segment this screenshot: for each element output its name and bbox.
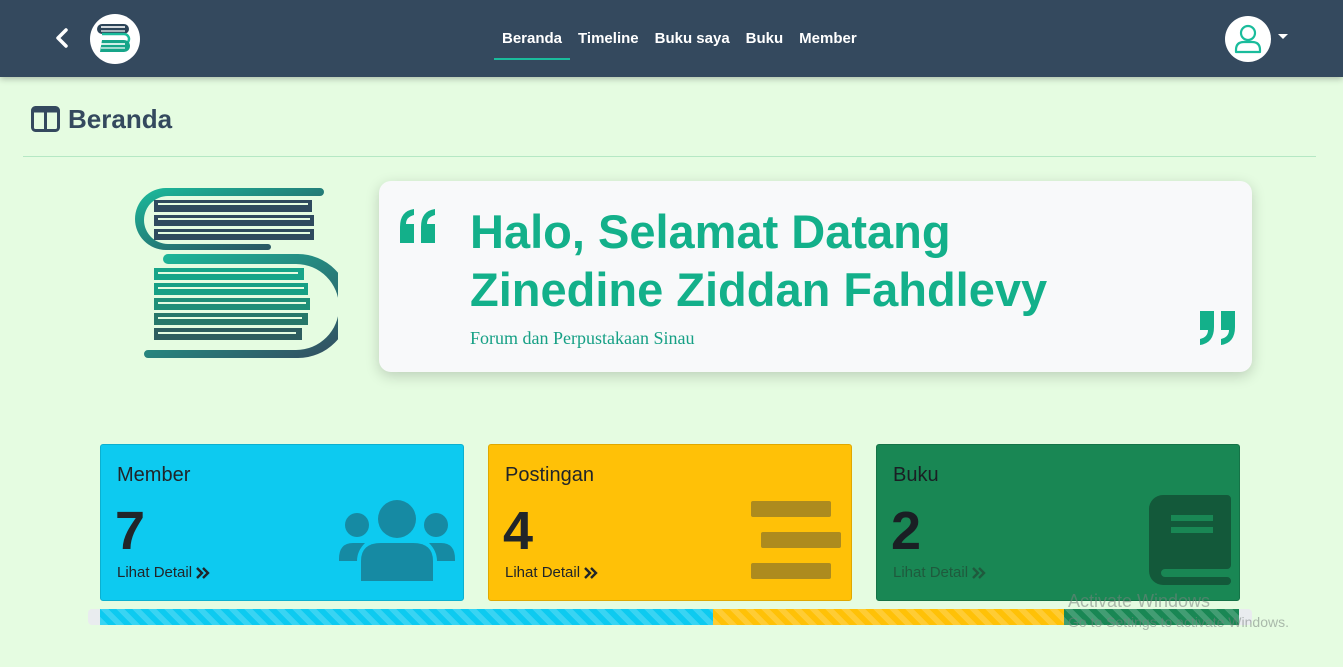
main-nav: Beranda Timeline Buku saya Buku Member: [494, 0, 865, 77]
book-stack-logo: [97, 24, 131, 52]
nav-link-beranda[interactable]: Beranda: [494, 0, 571, 77]
angles-right-icon: [972, 566, 986, 579]
link-label: Lihat Detail: [505, 564, 581, 581]
nav-link-buku-saya[interactable]: Buku saya: [647, 0, 738, 77]
nav-link-buku[interactable]: Buku: [738, 0, 792, 77]
angles-right-icon: [584, 566, 598, 579]
columns-icon: [31, 106, 60, 132]
hero-logo: [128, 182, 350, 364]
book-icon: [1149, 495, 1231, 585]
nav-link-timeline[interactable]: Timeline: [570, 0, 647, 77]
align-center-icon: [751, 501, 841, 579]
brand-logo[interactable]: [90, 14, 140, 64]
stat-value: 2: [891, 501, 922, 561]
angles-right-icon: [196, 566, 210, 579]
stat-label: Member: [117, 464, 191, 486]
stat-value: 4: [503, 501, 534, 561]
stat-card-postingan: Postingan 4 Lihat Detail: [488, 444, 852, 601]
navbar: Beranda Timeline Buku saya Buku Member: [0, 0, 1343, 77]
progress-segment-member: [100, 609, 714, 625]
book-stack-logo: [135, 188, 350, 358]
welcome-card: Halo, Selamat Datang Zinedine Ziddan Fah…: [379, 181, 1252, 372]
watermark-title: Activate Windows: [1068, 591, 1211, 611]
stat-label: Postingan: [505, 464, 594, 486]
page-title: Beranda: [68, 103, 173, 134]
progress-segment-postingan: [713, 609, 1064, 625]
link-label: Lihat Detail: [117, 564, 193, 581]
greeting-line1: Halo, Selamat Datang: [470, 205, 951, 258]
user-avatar-icon: [1234, 24, 1262, 54]
divider: [23, 156, 1316, 157]
page-header: Beranda: [31, 102, 172, 136]
back-button[interactable]: [52, 27, 72, 49]
member-detail-link[interactable]: Lihat Detail: [117, 564, 210, 581]
quote-right-icon: [1200, 311, 1235, 345]
watermark-subtitle: Go to Settings to activate Windows.: [1068, 614, 1289, 630]
users-icon: [339, 500, 455, 581]
buku-detail-link[interactable]: Lihat Detail: [893, 564, 986, 581]
chevron-left-icon: [56, 28, 68, 48]
avatar[interactable]: [1225, 16, 1271, 62]
greeting-name: Zinedine Ziddan Fahdlevy: [470, 263, 1048, 316]
link-label: Lihat Detail: [893, 564, 969, 581]
stat-value: 7: [115, 501, 146, 561]
stat-card-member: Member 7 Lihat Detail: [100, 444, 464, 601]
windows-activation-watermark: Activate Windows Go to Settings to activ…: [1068, 590, 1289, 632]
subtitle: Forum dan Perpustakaan Sinau: [470, 328, 695, 348]
postingan-detail-link[interactable]: Lihat Detail: [505, 564, 598, 581]
nav-link-member[interactable]: Member: [791, 0, 865, 77]
user-menu-toggle[interactable]: [1225, 16, 1288, 62]
greeting: Halo, Selamat Datang Zinedine Ziddan Fah…: [470, 203, 1047, 319]
quote-left-icon: [400, 209, 435, 243]
stat-card-buku: Buku 2 Lihat Detail: [876, 444, 1240, 601]
stat-label: Buku: [893, 464, 939, 486]
caret-down-icon: [1278, 34, 1288, 39]
